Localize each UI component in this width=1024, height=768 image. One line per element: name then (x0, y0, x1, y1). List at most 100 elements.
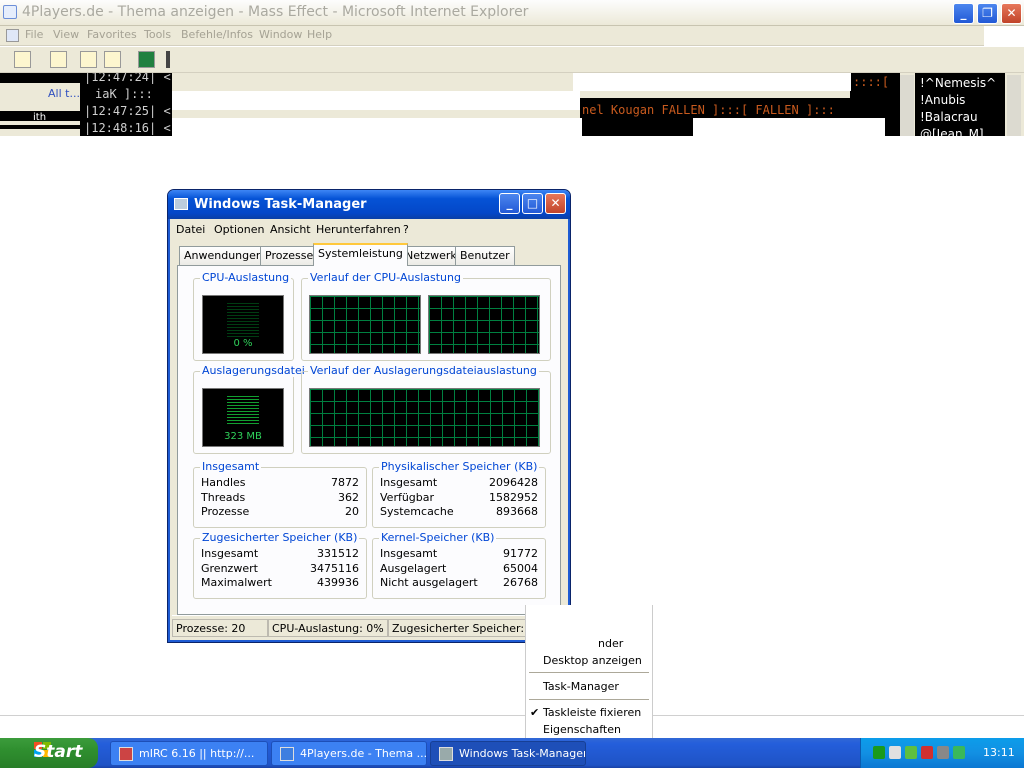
ie-toolbar (0, 47, 1024, 73)
ie-menu-bar: File View Favorites Tools Befehle/Infos … (0, 26, 1024, 46)
tm-close-button[interactable]: ✕ (545, 193, 566, 214)
tm-minimize-button[interactable]: _ (499, 193, 520, 214)
chat-fragment: nel Kougan FALLEN ]:::[ FALLEN ]::: (582, 103, 835, 117)
tm-menu-datei[interactable]: Datei (176, 223, 205, 236)
chat-fragment: All t... (48, 87, 80, 100)
nick-item[interactable]: !Anubis (920, 93, 965, 107)
cpu-history-label: Verlauf der CPU-Auslastung (308, 271, 463, 284)
window-menu-icon[interactable] (6, 29, 19, 42)
maximize-button[interactable]: ❐ (977, 3, 998, 24)
menu-help[interactable]: Help (307, 28, 332, 41)
cpu-usage-group: CPU-Auslastung 0 % (193, 271, 294, 361)
cpu-usage-value: 0 % (233, 338, 253, 349)
clock: 13:11 (983, 746, 1015, 759)
kernel-value: 65004 (503, 562, 538, 575)
task-ie[interactable]: 4Players.de - Thema ... (271, 741, 427, 766)
chat-scrollbar[interactable] (1007, 75, 1021, 136)
tm-maximize-button[interactable]: □ (522, 193, 543, 214)
task-mirc[interactable]: mIRC 6.16 || http://... (110, 741, 268, 766)
ctx-show-desktop[interactable]: Desktop anzeigen (543, 654, 642, 667)
options-icon[interactable] (50, 51, 67, 68)
menu-tools[interactable]: Tools (144, 28, 171, 41)
commit-value: 439936 (317, 576, 359, 589)
messenger-icon[interactable] (905, 746, 917, 759)
physical-key: Insgesamt (380, 476, 438, 489)
cpu-usage-meter: 0 % (202, 295, 284, 354)
tm-menu-optionen[interactable]: Optionen (214, 223, 264, 236)
chat-fragment: ith (33, 112, 47, 123)
minimize-button[interactable]: _ (953, 3, 974, 24)
nick-item[interactable]: @[Jean_M] (920, 127, 984, 136)
chat-line: |12:47:24| < (84, 73, 171, 84)
chat-fragment: iaK ]::: (95, 87, 153, 101)
task-manager-icon (439, 747, 453, 761)
chat-line: |12:48:16| < (84, 121, 171, 135)
totals-group: Insgesamt Handles 7872 Threads 362 Proze… (193, 460, 367, 528)
task-manager-title-bar[interactable]: Windows Task-Manager _ □ ✕ (168, 190, 570, 219)
physical-memory-group: Physikalischer Speicher (KB) Insgesamt 2… (372, 460, 546, 528)
physical-memory-label: Physikalischer Speicher (KB) (379, 460, 540, 473)
physical-key: Verfügbar (380, 491, 435, 504)
network-icon[interactable] (873, 746, 885, 759)
close-button[interactable]: ✕ (1001, 3, 1022, 24)
volume-icon[interactable] (937, 746, 949, 759)
folder-icon[interactable] (80, 51, 97, 68)
kernel-value: 26768 (503, 576, 538, 589)
physical-value: 893668 (496, 505, 538, 518)
physical-key: Systemcache (380, 505, 454, 518)
chat-line: |12:47:25| < (84, 104, 171, 118)
tm-menu-ansicht[interactable]: Ansicht (270, 223, 311, 236)
totals-key: Threads (201, 491, 246, 504)
pagefile-history-graph (309, 388, 540, 447)
chat-area: |12:47:24| < |12:47:25| < |12:48:16| < A… (0, 73, 1024, 136)
monitor-icon[interactable] (889, 746, 901, 759)
menu-window[interactable]: Window (259, 28, 302, 41)
globe-icon[interactable] (104, 51, 121, 68)
tm-menu-help[interactable]: ? (403, 223, 409, 236)
script-icon[interactable] (138, 51, 155, 68)
status-processes: Prozesse: 20 (172, 619, 268, 637)
ctx-lock-taskbar[interactable]: Taskleiste fixieren (543, 706, 641, 719)
kernel-key: Ausgelagert (380, 562, 447, 575)
commit-value: 3475116 (310, 562, 359, 575)
task-manager-title: Windows Task-Manager (194, 197, 367, 212)
commit-key: Grenzwert (201, 562, 258, 575)
desktop-strip (0, 715, 1024, 738)
task-manager-icon (174, 198, 188, 210)
tab-netzwerk[interactable]: Netzwerk (400, 246, 462, 265)
totals-value: 362 (338, 491, 359, 504)
start-button[interactable]: Start (0, 738, 98, 768)
menu-view[interactable]: View (53, 28, 79, 41)
tab-benutzer[interactable]: Benutzer (455, 246, 515, 265)
security-icon[interactable] (953, 746, 965, 759)
ctx-task-manager[interactable]: Task-Manager (543, 680, 619, 693)
start-label: Start (34, 742, 83, 762)
commit-key: Maximalwert (201, 576, 272, 589)
ctx-item-partial[interactable]: nder (598, 637, 623, 650)
tm-menu-herunterfahren[interactable]: Herunterfahren (316, 223, 401, 236)
tab-systemleistung[interactable]: Systemleistung (313, 243, 408, 266)
checkmark-icon: ✔ (530, 706, 540, 719)
tab-prozesse[interactable]: Prozesse (260, 246, 319, 265)
nick-item[interactable]: !^Nemesis^ (920, 76, 996, 90)
nick-item[interactable]: !Balacrau (920, 110, 978, 124)
nicklist-scrollbar[interactable] (900, 75, 914, 136)
task-task-manager[interactable]: Windows Task-Manager (430, 741, 586, 766)
physical-value: 2096428 (489, 476, 538, 489)
menu-befehle[interactable]: Befehle/Infos (181, 28, 253, 41)
antivirus-icon[interactable] (921, 746, 933, 759)
pagefile-history-label: Verlauf der Auslagerungsdateiauslastung (308, 364, 539, 377)
connect-icon[interactable] (14, 51, 31, 68)
tab-anwendungen[interactable]: Anwendungen (179, 246, 268, 265)
ie-icon (280, 747, 294, 761)
cpu-usage-label: CPU-Auslastung (200, 271, 292, 284)
commit-memory-label: Zugesicherter Speicher (KB) (200, 531, 360, 544)
menu-file[interactable]: File (25, 28, 43, 41)
cpu-history-graph-1 (309, 295, 421, 354)
ctx-properties[interactable]: Eigenschaften (543, 723, 621, 736)
menu-favorites[interactable]: Favorites (87, 28, 137, 41)
ie-title-bar: 4Players.de - Thema anzeigen - Mass Effe… (0, 0, 1024, 26)
commit-value: 331512 (317, 547, 359, 560)
taskbar: Start mIRC 6.16 || http://... 4Players.d… (0, 738, 1024, 768)
kernel-key: Insgesamt (380, 547, 438, 560)
